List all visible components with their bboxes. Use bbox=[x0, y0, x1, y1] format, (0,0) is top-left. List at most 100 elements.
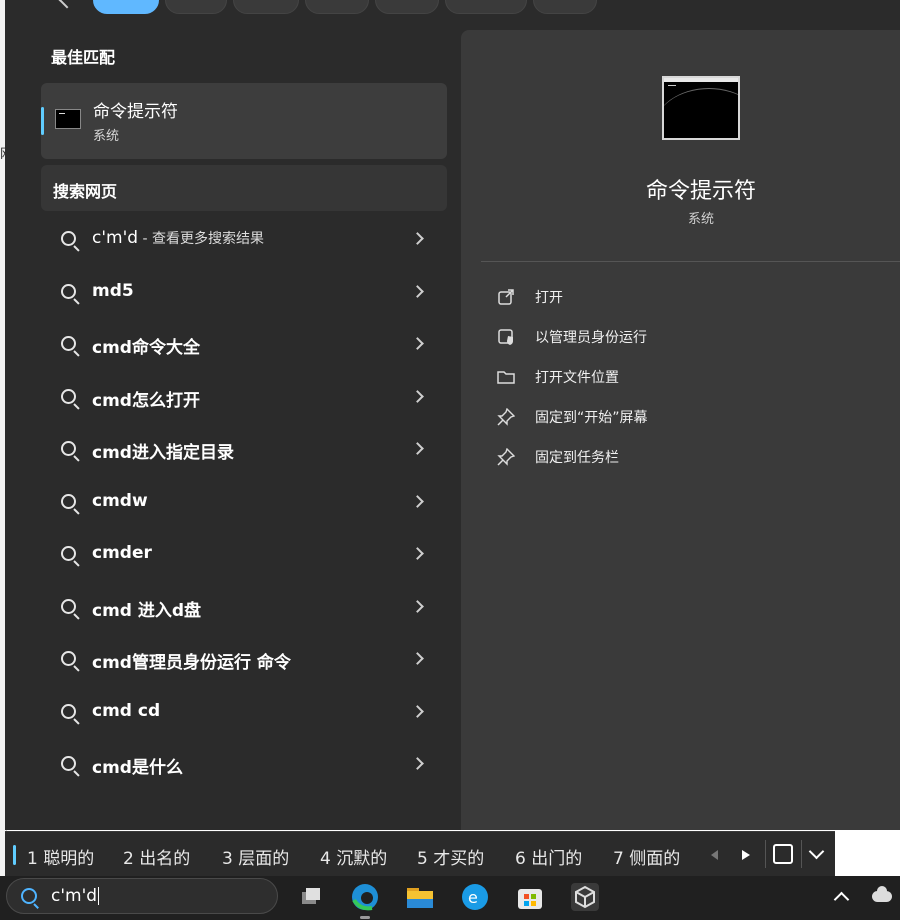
search-result-text: cmd怎么打开 bbox=[92, 390, 200, 411]
search-result-row[interactable]: cmdw bbox=[41, 476, 447, 529]
search-result-text: cmder bbox=[92, 543, 152, 563]
ime-separator bbox=[765, 840, 766, 868]
search-icon bbox=[61, 388, 76, 404]
search-result-row[interactable]: cmd 进入d盘 bbox=[41, 581, 447, 634]
search-result-text: cmd cd bbox=[92, 700, 161, 721]
unity-icon[interactable] bbox=[570, 882, 600, 912]
file-explorer-icon[interactable] bbox=[405, 882, 435, 912]
search-icon bbox=[61, 546, 76, 561]
chevron-right-icon[interactable] bbox=[411, 547, 424, 560]
search-icon bbox=[61, 651, 76, 666]
filter-chip[interactable] bbox=[445, 0, 527, 14]
ime-next-page-icon[interactable] bbox=[742, 850, 750, 860]
ime-candidate[interactable]: 4 沉默的 bbox=[320, 844, 387, 869]
web-search-heading-bar: 搜索网页 bbox=[41, 165, 447, 211]
preview-subtitle: 系统 bbox=[687, 212, 714, 227]
chevron-right-icon[interactable] bbox=[411, 494, 424, 508]
search-result-row[interactable]: cmd是什么 bbox=[41, 738, 447, 791]
search-result-text: cmd 进入d盘 bbox=[92, 600, 202, 621]
open-external-icon bbox=[497, 288, 515, 306]
filter-chip[interactable] bbox=[165, 0, 227, 14]
chevron-right-icon[interactable] bbox=[411, 704, 424, 718]
onedrive-cloud-icon[interactable] bbox=[872, 886, 892, 902]
command-prompt-icon bbox=[55, 109, 81, 129]
filter-chip[interactable] bbox=[375, 0, 439, 14]
chevron-right-icon[interactable] bbox=[411, 337, 424, 350]
taskbar-search-box[interactable]: c'm'd bbox=[6, 878, 278, 914]
ime-candidate[interactable]: 6 出门的 bbox=[515, 844, 582, 869]
ime-separator bbox=[801, 840, 802, 868]
search-icon bbox=[61, 703, 76, 719]
preview-pane: 命令提示符 系统 打开 以管理员身份运行 打开文件位置 固定到“开始”屏幕 固定到任务栏 bbox=[461, 30, 900, 830]
best-match-subtitle: 系统 bbox=[93, 129, 120, 144]
divider bbox=[481, 261, 900, 262]
search-result-row[interactable]: cmd进入指定目录 bbox=[41, 423, 447, 476]
ime-candidate[interactable]: 7 侧面的 bbox=[613, 844, 680, 869]
search-result-text: cmd是什么 bbox=[92, 758, 183, 778]
best-match-card[interactable]: 命令提示符 系统 bbox=[41, 83, 447, 159]
filter-chip-all[interactable] bbox=[93, 0, 159, 14]
search-icon bbox=[21, 888, 37, 904]
folder-icon bbox=[497, 368, 515, 386]
microsoft-store-icon[interactable] bbox=[515, 882, 545, 912]
ime-cursor bbox=[13, 845, 16, 865]
search-result-row[interactable]: cmder bbox=[41, 528, 447, 581]
search-icon bbox=[61, 756, 76, 771]
chevron-right-icon[interactable] bbox=[411, 599, 424, 613]
preview-title: 命令提示符 bbox=[645, 179, 756, 204]
back-arrow-icon[interactable] bbox=[58, 0, 76, 9]
search-icon bbox=[61, 231, 76, 246]
filter-chip[interactable] bbox=[233, 0, 299, 14]
tray-overflow-chevron-icon[interactable] bbox=[833, 891, 850, 908]
search-result-text: cmdw bbox=[92, 490, 148, 511]
filter-chip[interactable] bbox=[305, 0, 369, 14]
edge-icon[interactable] bbox=[350, 882, 380, 919]
search-result-text: cmd进入指定目录 bbox=[92, 443, 234, 463]
ime-candidate-bar: 1 聪明的 2 出名的 3 层面的 4 沉默的 5 才买的 6 出门的 7 侧面的 bbox=[5, 831, 835, 877]
filter-chip[interactable] bbox=[533, 0, 597, 14]
chevron-right-icon[interactable] bbox=[411, 389, 424, 403]
pin-icon bbox=[497, 407, 516, 426]
chevron-right-icon[interactable] bbox=[411, 442, 424, 455]
pin-icon bbox=[497, 447, 516, 466]
chevron-right-icon[interactable] bbox=[411, 284, 424, 298]
command-prompt-preview-icon bbox=[662, 76, 740, 140]
task-view-icon[interactable] bbox=[295, 882, 325, 912]
ime-expand-chevron-icon[interactable] bbox=[808, 843, 825, 860]
best-match-heading: 最佳匹配 bbox=[51, 48, 116, 67]
chevron-right-icon[interactable] bbox=[411, 652, 424, 665]
edge-icon[interactable]: e bbox=[460, 882, 490, 912]
search-icon bbox=[61, 283, 76, 299]
ime-prev-page-icon[interactable] bbox=[711, 850, 718, 860]
svg-text:e: e bbox=[468, 888, 478, 907]
search-result-text: c'm'd - 查看更多搜索结果 bbox=[92, 228, 264, 248]
ime-favorite-icon[interactable] bbox=[773, 844, 793, 864]
ime-candidate[interactable]: 5 才买的 bbox=[417, 844, 484, 869]
ime-candidate[interactable]: 2 出名的 bbox=[123, 844, 190, 869]
web-search-heading: 搜索网页 bbox=[53, 182, 118, 201]
ime-candidate[interactable]: 1 聪明的 bbox=[27, 844, 94, 869]
start-search-panel: 最佳匹配 命令提示符 系统 搜索网页 c'm'd - 查看更多搜索结果 md5 cm… bbox=[5, 0, 900, 830]
search-icon bbox=[61, 336, 76, 351]
taskbar-search-input[interactable]: c'm'd bbox=[51, 886, 100, 906]
preview-action-label: 固定到“开始”屏幕 bbox=[535, 410, 648, 426]
best-match-name: 命令提示符 bbox=[93, 102, 178, 122]
search-result-row[interactable]: cmd命令大全 bbox=[41, 318, 447, 371]
ime-candidate[interactable]: 3 层面的 bbox=[222, 844, 289, 869]
search-icon bbox=[61, 598, 76, 614]
taskbar: c'm'd e bbox=[0, 876, 900, 920]
preview-action-label: 固定到任务栏 bbox=[535, 450, 619, 466]
selection-indicator bbox=[41, 107, 44, 135]
search-result-row[interactable]: cmd怎么打开 bbox=[41, 371, 447, 424]
chevron-right-icon[interactable] bbox=[411, 757, 424, 770]
search-result-row[interactable]: md5 bbox=[41, 266, 447, 319]
search-result-row[interactable]: cmd cd bbox=[41, 686, 447, 739]
chevron-right-icon[interactable] bbox=[411, 232, 424, 245]
preview-action-label: 打开文件位置 bbox=[535, 370, 619, 386]
search-result-row[interactable]: c'm'd - 查看更多搜索结果 bbox=[41, 213, 447, 266]
search-icon bbox=[61, 441, 76, 456]
preview-action-label: 以管理员身份运行 bbox=[535, 330, 647, 346]
search-result-text: cmd管理员身份运行 命令 bbox=[92, 653, 291, 673]
web-search-results: c'm'd - 查看更多搜索结果 md5 cmd命令大全 cmd怎么打开 cmd进入指定… bbox=[41, 213, 447, 791]
search-result-row[interactable]: cmd管理员身份运行 命令 bbox=[41, 633, 447, 686]
